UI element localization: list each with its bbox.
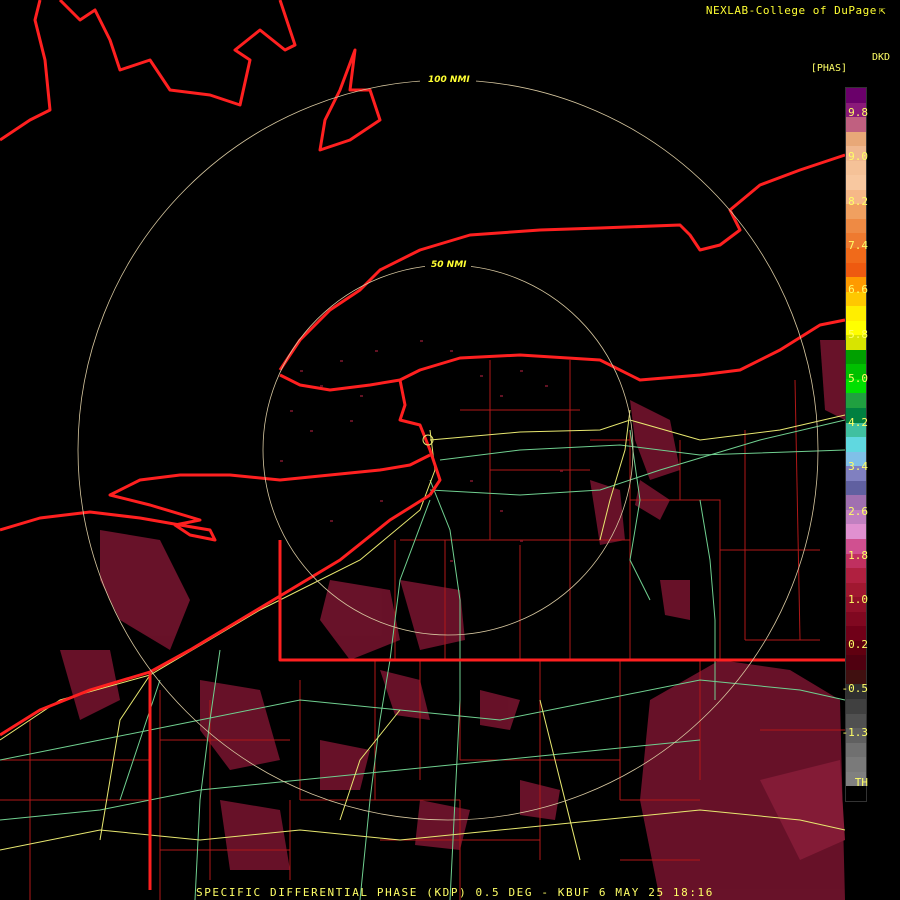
legend-swatch: [846, 349, 866, 365]
legend-tick-label: -0.5: [841, 681, 869, 695]
legend-swatch: [846, 524, 866, 539]
legend-swatch: [846, 393, 866, 409]
legend-swatch: [846, 437, 866, 452]
legend-swatch: [846, 757, 866, 772]
legend-swatch: [846, 306, 866, 321]
credit-label: NEXLAB-College of DuPage: [705, 4, 877, 17]
legend-tick-label: 4.2: [848, 416, 868, 430]
legend-swatch: [846, 742, 866, 758]
legend-tick-label: 5.8: [848, 327, 868, 341]
legend-swatch: [846, 611, 866, 627]
radar-map: 100 NMI 50 NMI: [0, 0, 900, 900]
legend-tick-label: 3.4: [848, 460, 868, 474]
legend-tick-label: TH: [854, 775, 868, 789]
legend-swatch: [846, 175, 866, 190]
legend-tick-label: 9.0: [848, 150, 868, 164]
legend-tick-label: 9.8: [848, 106, 868, 119]
legend-tick-label: 1.0: [848, 593, 868, 607]
legend-tick-label: 2.6: [848, 504, 868, 518]
legend-tick-label: 8.2: [848, 194, 868, 208]
legend-tick-label: 7.4: [848, 238, 868, 252]
legend-swatch: [846, 655, 866, 670]
legend-tick-label: -1.3: [841, 726, 869, 740]
ring-label-100: 100 NMI: [428, 75, 470, 85]
ring-label-50: 50 NMI: [431, 260, 467, 270]
units-label: [PHAS]: [810, 63, 847, 74]
legend-tick-label: 0.2: [848, 637, 868, 651]
legend-swatch: [846, 568, 866, 583]
legend-swatch: [846, 698, 866, 714]
legend-swatch: [846, 262, 866, 278]
credit-text: NEXLAB-College of DuPage ⇱: [706, 4, 886, 17]
legend-swatch: [846, 480, 866, 496]
cursor-arrow-icon: ⇱: [878, 4, 886, 17]
legend-swatch: [846, 131, 866, 147]
product-code: DKD: [871, 52, 890, 63]
legend-tick-label: 5.0: [848, 371, 868, 385]
product-footer: SPECIFIC DIFFERENTIAL PHASE (KDP) 0.5 DE…: [195, 886, 715, 899]
legend-tick-label: 1.8: [848, 549, 868, 562]
legend-swatch: [846, 117, 866, 132]
legend-tick-label: 6.6: [848, 283, 868, 297]
legend-swatch: [846, 88, 866, 103]
legend-swatch: [846, 218, 866, 234]
